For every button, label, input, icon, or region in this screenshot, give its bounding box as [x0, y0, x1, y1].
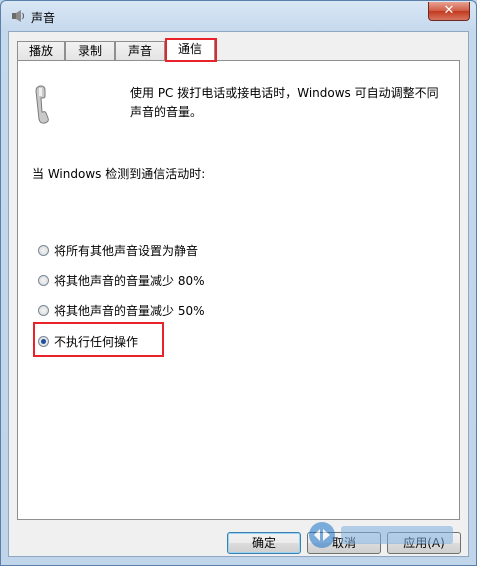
tab-label: 播放	[28, 44, 53, 58]
description-text: 使用 PC 拨打电话或接电话时，Windows 可自动调整不同声音的音量。	[130, 86, 439, 119]
tab-recording[interactable]: 录制	[65, 41, 115, 61]
tab-label: 声音	[127, 44, 152, 58]
option-highlight-box	[33, 322, 164, 357]
option-label: 将其他声音的音量减少 80%	[54, 273, 205, 288]
option-mute-all[interactable]: 将所有其他声音设置为静音	[38, 241, 198, 259]
option-label: 将所有其他声音设置为静音	[54, 243, 199, 258]
tab-highlight-box	[165, 38, 217, 62]
title-bar[interactable]: 声音 ✕	[1, 1, 476, 31]
sound-dialog-window: 声音 ✕ 播放 录制 声音 通信 使用 PC 拨打电话或接电话时，Windows…	[0, 0, 477, 566]
ok-button[interactable]: 确定	[227, 532, 301, 554]
option-reduce-50[interactable]: 将其他声音的音量减少 50%	[38, 301, 205, 319]
close-icon: ✕	[443, 3, 455, 18]
option-reduce-80[interactable]: 将其他声音的音量减少 80%	[38, 271, 205, 289]
dialog-client-area: 播放 录制 声音 通信 使用 PC 拨打电话或接电话时，Windows 可自动调…	[8, 31, 469, 557]
window-title: 声音	[31, 11, 56, 25]
logo-watermark	[309, 522, 453, 548]
detection-prompt: 当 Windows 检测到通信活动时:	[32, 167, 206, 181]
tab-playback[interactable]: 播放	[17, 41, 65, 61]
tab-label: 录制	[77, 44, 102, 58]
close-button[interactable]: ✕	[428, 2, 470, 21]
radio-button[interactable]	[38, 274, 49, 286]
phone-icon	[35, 85, 49, 124]
speaker-icon	[12, 10, 24, 22]
option-label: 将其他声音的音量减少 50%	[54, 303, 205, 318]
radio-button[interactable]	[38, 244, 49, 256]
ok-label: 确定	[251, 536, 276, 550]
tab-sounds[interactable]: 声音	[115, 41, 165, 61]
radio-button[interactable]	[38, 304, 49, 316]
communications-panel: 使用 PC 拨打电话或接电话时，Windows 可自动调整不同声音的音量。 当 …	[17, 60, 460, 520]
